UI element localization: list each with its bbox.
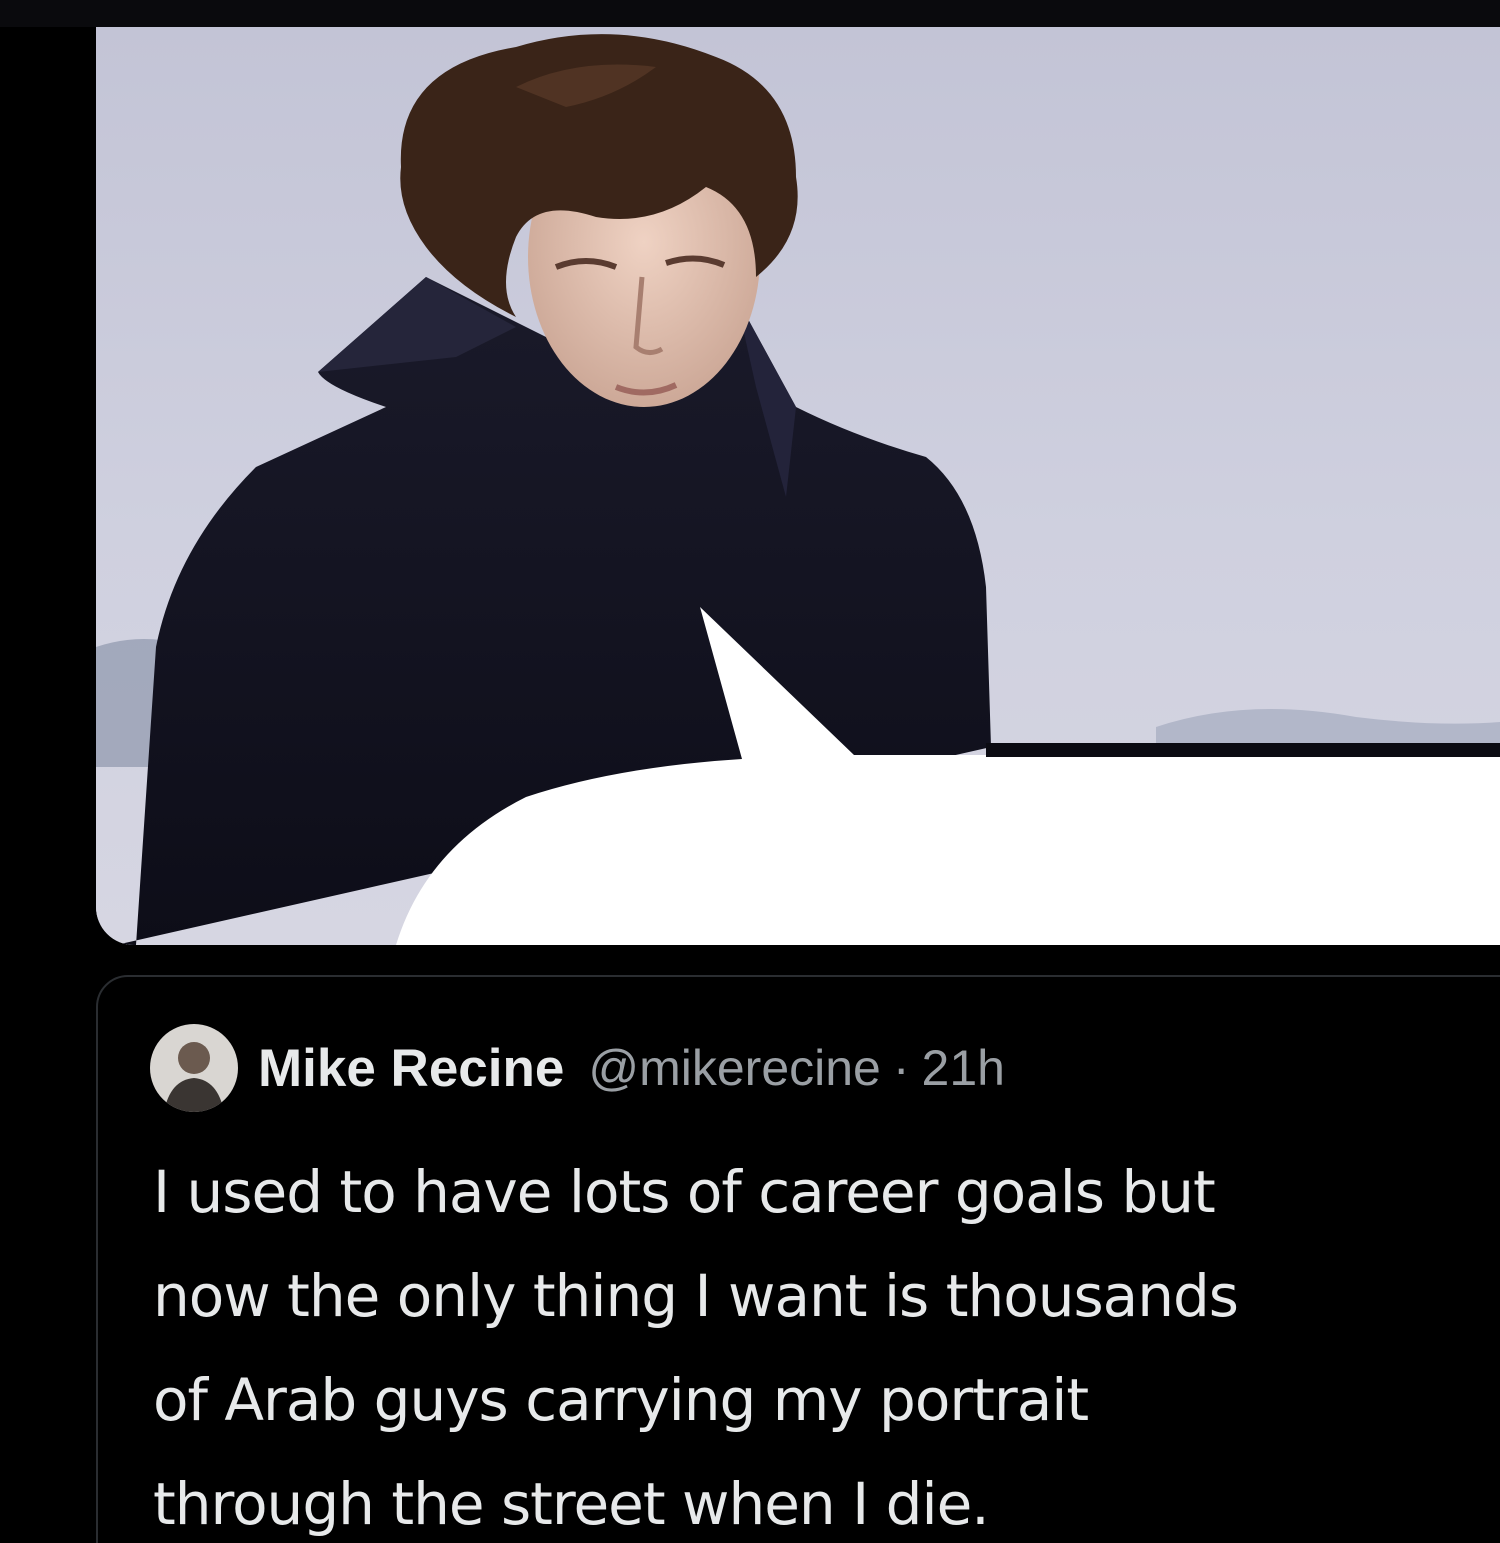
avatar[interactable] bbox=[150, 1024, 238, 1112]
author-display-name[interactable]: Mike Recine bbox=[258, 1038, 564, 1099]
author-handle[interactable]: @mikerecine bbox=[588, 1039, 881, 1097]
tweet-media-image[interactable] bbox=[96, 27, 1500, 945]
tweet-text-line: through the street when I die. bbox=[153, 1470, 990, 1538]
separator-dot: · bbox=[892, 1040, 910, 1096]
quoted-tweet-text: I used to have lots of career goals but … bbox=[153, 1140, 1500, 1543]
tweet-screenshot: Mike Recine @mikerecine · 21h I used to … bbox=[0, 0, 1500, 1543]
quoted-tweet-header: Mike Recine @mikerecine · 21h bbox=[150, 1022, 1005, 1114]
avatar-image bbox=[150, 1024, 238, 1112]
tweet-timestamp[interactable]: 21h bbox=[922, 1039, 1005, 1097]
media-photo bbox=[96, 27, 1500, 945]
tweet-text-line: I used to have lots of career goals but bbox=[153, 1158, 1216, 1226]
tweet-text-line: now the only thing I want is thousands bbox=[153, 1262, 1239, 1330]
top-bar bbox=[0, 0, 1500, 27]
tweet-text-line: of Arab guys carrying my portrait bbox=[153, 1366, 1089, 1434]
